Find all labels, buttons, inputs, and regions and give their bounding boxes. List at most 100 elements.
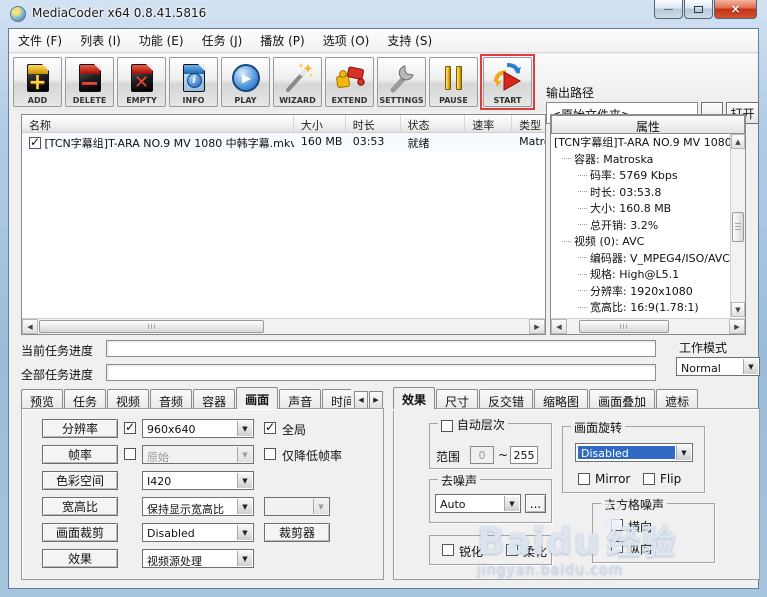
colorspace-button[interactable]: 色彩空间 (42, 471, 118, 490)
chevron-down-icon[interactable]: ▼ (237, 551, 252, 566)
hscroll-thumb[interactable] (579, 320, 669, 333)
tab-container[interactable]: 容器 (193, 389, 235, 409)
tab-thumbnail[interactable]: 缩略图 (534, 389, 588, 409)
start-button[interactable]: START (483, 57, 532, 107)
hscroll-thumb[interactable] (39, 320, 264, 333)
pause-button[interactable]: PAUSE (429, 57, 478, 107)
tree-item[interactable]: 宽高比: 16:9(1.78:1) (552, 299, 730, 316)
tree-item[interactable]: 分辨率: 1920x1080 (552, 283, 730, 300)
menu-list[interactable]: 列表 (I) (71, 28, 130, 53)
deblock-horizontal-checkbox[interactable] (611, 519, 623, 531)
play-button[interactable]: ▶ PLAY (221, 57, 270, 107)
chevron-down-icon[interactable]: ▼ (237, 499, 252, 514)
menu-support[interactable]: 支持 (S) (378, 28, 441, 53)
column-duration[interactable]: 时长 (346, 115, 401, 132)
properties-vscrollbar[interactable]: ▲ ▼ (730, 134, 745, 317)
reduce-framerate-only-checkbox[interactable] (264, 448, 276, 460)
chevron-down-icon[interactable]: ▼ (237, 473, 252, 488)
resolution-dropdown[interactable]: 960x640▼ (142, 419, 254, 438)
tab-watermark[interactable]: 遮标 (656, 389, 698, 409)
crop-button[interactable]: 画面裁剪 (42, 523, 118, 542)
cropper-button[interactable]: 裁剪器 (264, 523, 330, 542)
tab-task[interactable]: 任务 (64, 389, 106, 409)
auto-levels-checkbox[interactable] (441, 420, 453, 432)
close-button[interactable]: × (714, 0, 757, 19)
tab-audio[interactable]: 音频 (150, 389, 192, 409)
tab-sound[interactable]: 声音 (279, 389, 321, 409)
properties-tree[interactable]: [TCN字幕组]T-ARA NO.9 MV 1080 中 容器: Matrosk… (552, 134, 730, 317)
chevron-down-icon[interactable]: ▼ (237, 421, 252, 436)
tab-scroll-right-icon[interactable]: ▶ (369, 391, 383, 409)
scroll-right-icon[interactable]: ▶ (529, 319, 545, 334)
column-size[interactable]: 大小 (294, 115, 346, 132)
tree-item[interactable]: 码率: 5769 Kbps (552, 167, 730, 184)
tab-picture[interactable]: 画面 (236, 387, 278, 409)
effects-dropdown[interactable]: 视频源处理▼ (142, 549, 254, 568)
tab-video[interactable]: 视频 (107, 389, 149, 409)
minimize-button[interactable]: — (654, 0, 683, 19)
sharpen-checkbox[interactable] (442, 544, 454, 556)
empty-button[interactable]: ✕ EMPTY (117, 57, 166, 107)
tab-deinterlace[interactable]: 反交错 (479, 389, 533, 409)
info-button[interactable]: i INFO (169, 57, 218, 107)
tab-overlay[interactable]: 画面叠加 (589, 389, 655, 409)
crop-dropdown[interactable]: Disabled▼ (142, 523, 254, 542)
file-row-checkbox[interactable] (29, 137, 41, 149)
resolution-checkbox[interactable] (124, 422, 136, 434)
titlebar[interactable]: MediaCoder x64 0.8.41.5816 — × (0, 0, 767, 28)
properties-hscrollbar[interactable]: ◀ ▶ (551, 318, 745, 334)
column-status[interactable]: 状态 (401, 115, 466, 132)
effects-button[interactable]: 效果 (42, 549, 118, 568)
maximize-button[interactable] (684, 0, 713, 19)
denoise-dropdown[interactable]: Auto▼ (435, 494, 521, 513)
denoise-browse-button[interactable]: ... (525, 494, 546, 513)
menu-play[interactable]: 播放 (P) (251, 28, 313, 53)
aspect-ratio-dropdown[interactable]: 保持显示宽高比▼ (142, 497, 254, 516)
tree-item[interactable]: 容器: Matroska (552, 151, 730, 168)
menu-function[interactable]: 功能 (E) (130, 28, 193, 53)
global-checkbox[interactable] (264, 422, 276, 434)
scroll-right-icon[interactable]: ▶ (729, 319, 745, 334)
chevron-down-icon[interactable]: ▼ (504, 496, 519, 511)
chevron-down-icon[interactable]: ▼ (743, 359, 758, 374)
colorspace-dropdown[interactable]: I420▼ (142, 471, 254, 490)
deblock-vertical-checkbox[interactable] (611, 541, 623, 553)
tree-item[interactable]: 编码器: V_MPEG4/ISO/AVC (552, 250, 730, 267)
scroll-down-icon[interactable]: ▼ (731, 302, 745, 317)
settings-button[interactable]: SETTINGS (377, 57, 426, 107)
tree-item[interactable]: 时长: 03:53.8 (552, 184, 730, 201)
scroll-left-icon[interactable]: ◀ (22, 319, 38, 334)
tab-size[interactable]: 尺寸 (436, 389, 478, 409)
range-max-input[interactable]: 255 (510, 446, 538, 464)
tree-item[interactable]: 总开销: 3.2% (552, 217, 730, 234)
chevron-down-icon[interactable]: ▼ (676, 445, 691, 460)
mirror-checkbox[interactable] (578, 473, 590, 485)
resolution-button[interactable]: 分辨率 (42, 419, 118, 438)
scroll-up-icon[interactable]: ▲ (731, 134, 745, 149)
soften-checkbox[interactable] (506, 544, 518, 556)
tree-item[interactable]: 大小: 160.8 MB (552, 200, 730, 217)
column-name[interactable]: 名称 (22, 115, 294, 132)
scroll-left-icon[interactable]: ◀ (551, 319, 567, 334)
menu-task[interactable]: 任务 (J) (193, 28, 252, 53)
column-type[interactable]: 类型 (512, 115, 545, 132)
tab-scroll-left-icon[interactable]: ◀ (354, 391, 368, 409)
rotation-dropdown[interactable]: Disabled▼ (575, 443, 693, 462)
flip-checkbox[interactable] (643, 473, 655, 485)
menu-options[interactable]: 选项 (O) (314, 28, 379, 53)
aspect-ratio-button[interactable]: 宽高比 (42, 497, 118, 516)
tab-effects[interactable]: 效果 (393, 387, 435, 409)
file-row[interactable]: [TCN字幕组]T-ARA NO.9 MV 1080 中韩字幕.mkv 160 … (22, 133, 545, 151)
properties-header[interactable]: 属性 (551, 115, 745, 134)
tree-item[interactable]: 视频 (0): AVC (552, 233, 730, 250)
add-button[interactable]: + ADD (13, 57, 62, 107)
menu-file[interactable]: 文件 (F) (9, 28, 71, 53)
wizard-button[interactable]: WIZARD (273, 57, 322, 107)
framerate-button[interactable]: 帧率 (42, 445, 118, 464)
tree-item[interactable]: [TCN字幕组]T-ARA NO.9 MV 1080 中 (552, 134, 730, 151)
extend-button[interactable]: EXTEND (325, 57, 374, 107)
framerate-checkbox[interactable] (124, 448, 136, 460)
tab-preview[interactable]: 预览 (21, 389, 63, 409)
delete-button[interactable]: − DELETE (65, 57, 114, 107)
tab-time[interactable]: 时间 (322, 389, 351, 409)
